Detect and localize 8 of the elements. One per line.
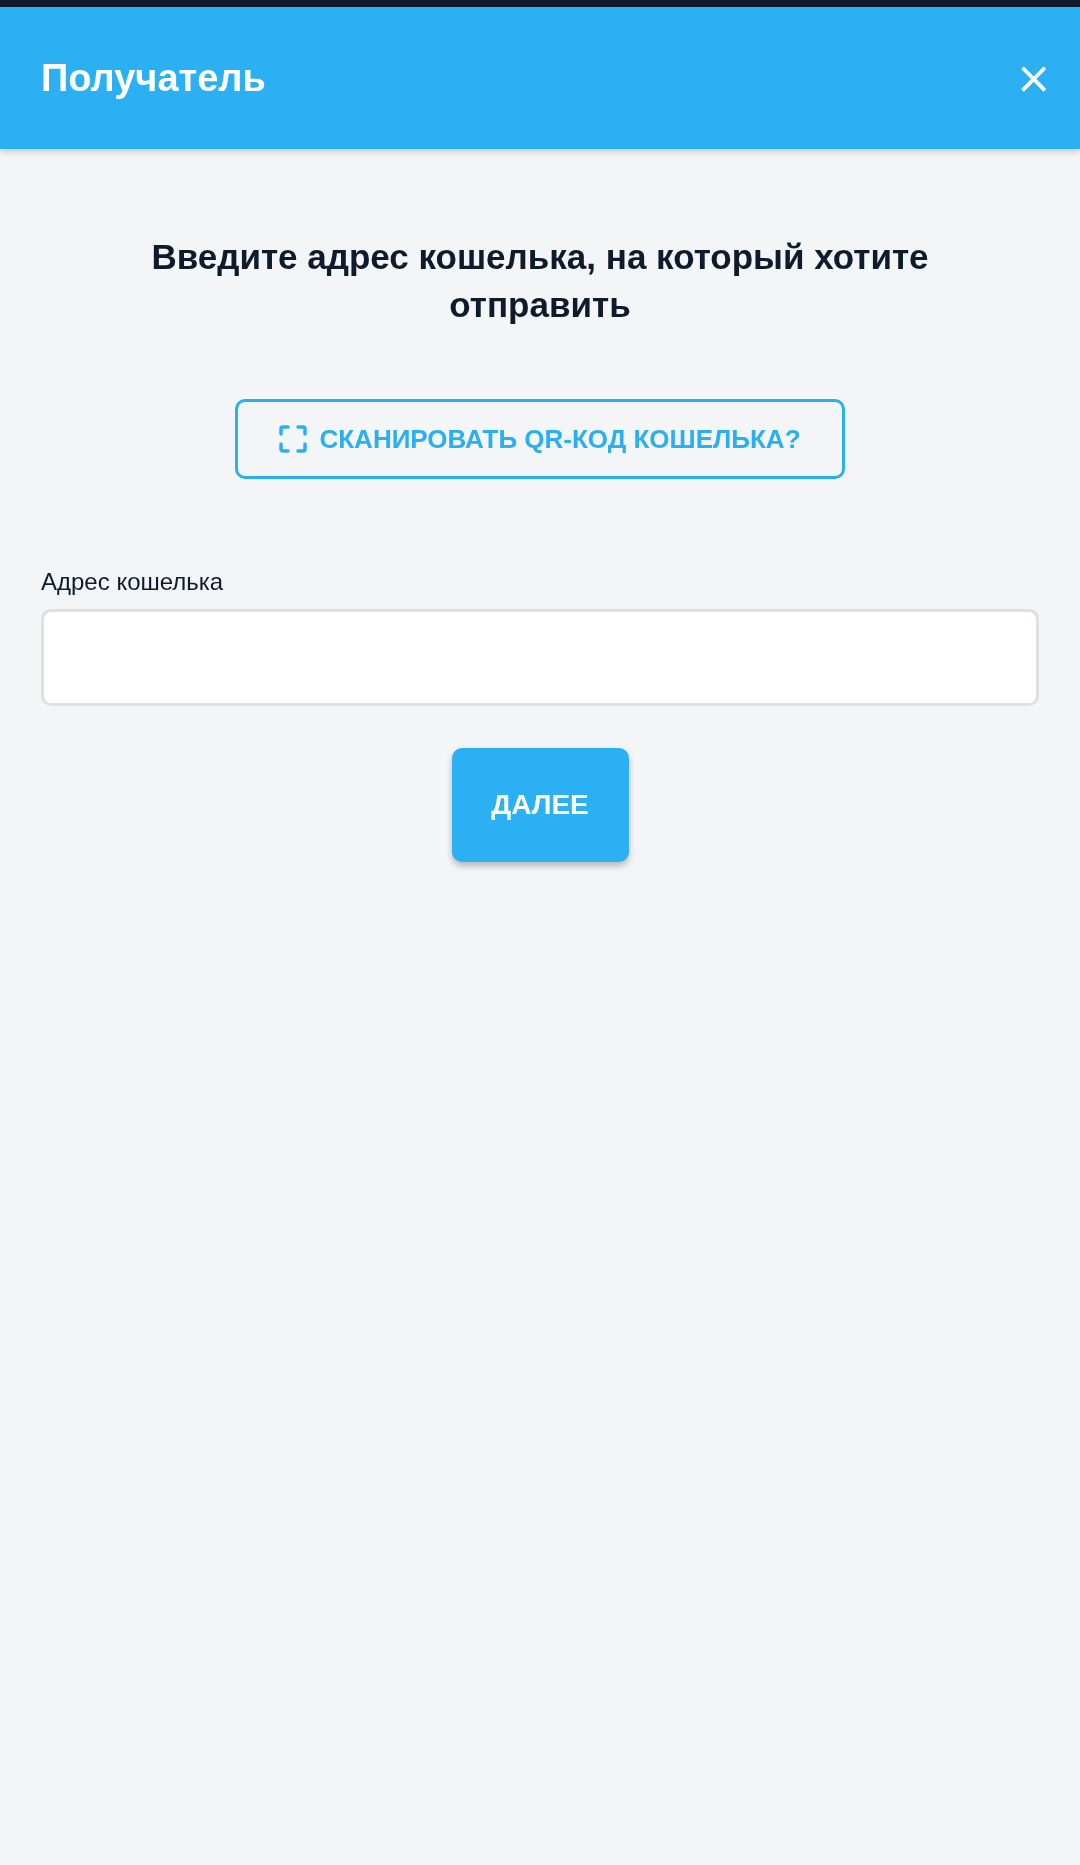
scan-frame-icon: [279, 425, 308, 453]
field-label: Адрес кошелька: [41, 567, 224, 597]
next-button[interactable]: ДАЛЕЕ: [451, 748, 629, 862]
wallet-address-field[interactable]: [41, 609, 1039, 706]
close-button[interactable]: ×: [1007, 56, 1060, 100]
scan-qr-button[interactable]: СКАНИРОВАТЬ QR-КОД КОШЕЛЬКА?: [235, 399, 845, 479]
instruction-heading: Введите адрес кошелька, на который хотите отправить: [150, 236, 930, 326]
header-title: Получатель: [41, 56, 266, 100]
